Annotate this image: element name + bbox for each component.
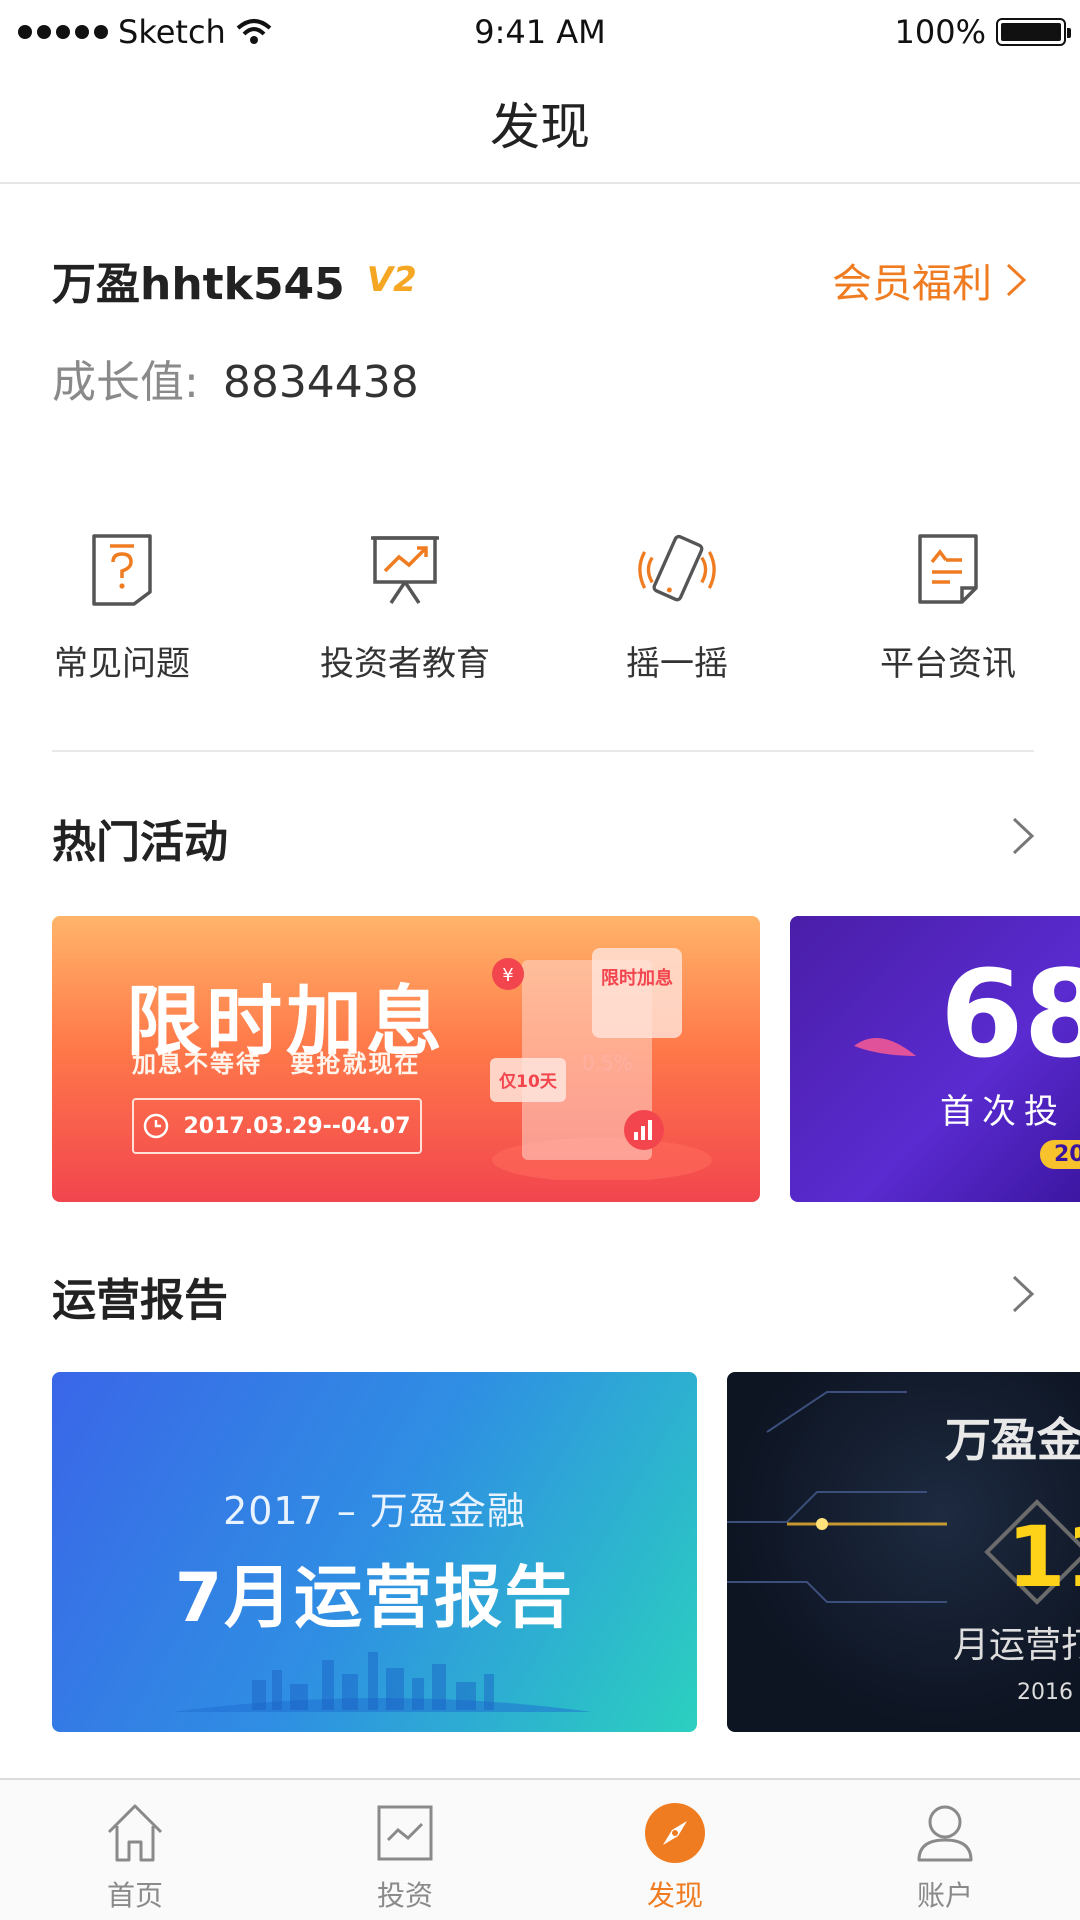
report-banner[interactable]: 2017 – 万盈金融 7月运营报告	[52, 1372, 697, 1732]
signal-icon	[18, 25, 108, 39]
report-subtitle: 2017 – 万盈金融	[223, 1489, 526, 1533]
user-row: 万盈hhtk545 V2 会员福利	[52, 248, 1028, 312]
news-icon	[908, 530, 988, 610]
tab-account[interactable]: 账户	[810, 1780, 1080, 1920]
operation-reports-header[interactable]: 运营报告	[52, 1264, 1036, 1328]
quick-menu-label: 投资者教育	[320, 644, 490, 684]
level-badge: V2	[366, 260, 417, 300]
banner-date: 2017.03.29--04.07	[132, 1098, 422, 1154]
quick-menu-investor-education[interactable]: 投资者教育	[300, 530, 510, 685]
quick-menu-label: 平台资讯	[880, 644, 1016, 684]
report-title: 万盈金	[945, 1413, 1080, 1467]
quick-menu-label: 常见问题	[54, 644, 190, 684]
clock-icon	[144, 1113, 169, 1139]
quick-menu-faq[interactable]: 常见问题	[52, 530, 192, 685]
chevron-right-icon[interactable]	[1010, 1273, 1036, 1319]
banner-text: 首次投	[940, 1092, 1066, 1132]
tab-invest[interactable]: 投资	[270, 1780, 540, 1920]
growth-row: 成长值: 8834438	[52, 346, 1028, 410]
chevron-right-icon[interactable]	[1010, 815, 1036, 861]
status-bar: Sketch 9:41 AM 100%	[0, 0, 1080, 64]
report-year: 2016	[1017, 1680, 1073, 1705]
tab-home[interactable]: 首页	[0, 1780, 270, 1920]
user-name-wrap: 万盈hhtk545 V2	[52, 248, 417, 312]
page-title: 发现	[490, 98, 590, 156]
nav-bar: 发现	[0, 64, 1080, 184]
compass-icon	[642, 1800, 708, 1866]
hot-activities-header[interactable]: 热门活动	[52, 806, 1036, 870]
tab-discover[interactable]: 发现	[540, 1780, 810, 1920]
tab-label: 投资	[376, 1879, 433, 1912]
tab-bar: 首页 投资 发现 账户	[0, 1778, 1080, 1920]
user-icon	[912, 1800, 978, 1866]
quick-menu-news[interactable]: 平台资讯	[868, 530, 1028, 685]
section-title: 热门活动	[52, 817, 228, 868]
banner-date-text: 2017.03.29--04.07	[183, 1113, 411, 1139]
banner-number: 68	[940, 946, 1080, 1085]
hot-activity-banner[interactable]: 限时加息 加息不等待 要抢就现在 2017.03.29--04.07 限时加息 …	[52, 916, 760, 1202]
report-title: 7月运营报告	[174, 1559, 575, 1638]
status-bar-left: Sketch	[18, 13, 272, 51]
quick-menu-label: 摇一摇	[626, 644, 728, 684]
banner-tag: 201	[1040, 1140, 1080, 1169]
tab-label: 发现	[646, 1879, 703, 1912]
user-info: 万盈hhtk545 V2 会员福利 成长值: 8834438	[52, 248, 1028, 410]
member-benefits-label: 会员福利	[832, 261, 992, 307]
hot-activity-banner-2[interactable]: 68 首次投 201	[790, 916, 1080, 1202]
svg-text:¥: ¥	[502, 965, 513, 986]
tag-limited-1: 限时加息	[601, 967, 673, 989]
faq-icon	[82, 530, 162, 610]
city-skyline-illustration	[172, 1652, 592, 1712]
report-subtitle: 月运营打	[953, 1625, 1080, 1666]
quick-menu-shake[interactable]: 摇一摇	[600, 530, 754, 685]
user-name: 万盈hhtk545	[52, 259, 345, 310]
shake-icon	[637, 530, 717, 610]
section-title: 运营报告	[52, 1275, 228, 1326]
wifi-icon	[236, 19, 272, 44]
rate-text: 0.5%	[582, 1051, 633, 1075]
coupon-illustration: 限时加息 仅10天 0.5% ¥	[490, 948, 712, 1180]
banner-subline: 加息不等待 要抢就现在	[132, 1050, 421, 1078]
status-bar-right: 100%	[894, 13, 1071, 51]
home-icon	[102, 1800, 168, 1866]
growth-label: 成长值:	[52, 357, 199, 408]
chevron-right-icon	[1006, 263, 1027, 297]
invest-chart-icon	[372, 1800, 438, 1866]
divider	[52, 750, 1034, 752]
member-benefits-link[interactable]: 会员福利	[832, 251, 1028, 309]
tab-label: 首页	[106, 1879, 163, 1912]
report-banner-2[interactable]: 万盈金 11 月运营打 2016	[727, 1372, 1080, 1732]
tab-label: 账户	[916, 1879, 973, 1912]
battery-percent: 100%	[894, 13, 986, 51]
tag-ten-days: 仅10天	[498, 1071, 558, 1092]
investor-education-icon	[365, 530, 445, 610]
feather-decoration	[854, 1038, 916, 1056]
report-number: 11	[1007, 1508, 1080, 1606]
carrier-name: Sketch	[118, 13, 226, 51]
battery-icon	[996, 18, 1071, 46]
growth-value: 8834438	[222, 357, 419, 408]
